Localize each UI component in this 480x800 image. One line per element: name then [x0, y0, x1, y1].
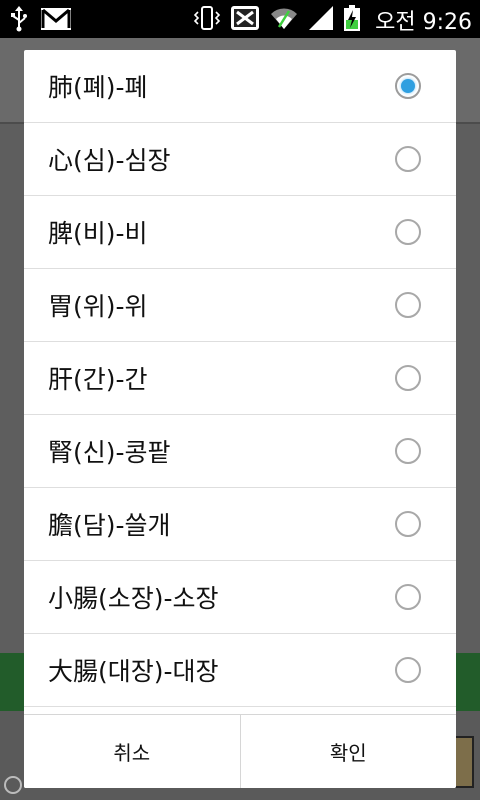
single-choice-dialog: 肺(폐)-폐 心(심)-심장 脾(비)-비 胃(위)-위 肝(간)-간 腎(신)…: [24, 50, 456, 788]
option-label: 大腸(대장)-대장: [48, 657, 219, 686]
ok-button[interactable]: 확인: [239, 715, 456, 788]
option-item[interactable]: 心(심)-심장: [24, 123, 456, 196]
option-label: 膽(담)-쓸개: [48, 511, 171, 540]
usb-icon: [10, 6, 28, 36]
option-list[interactable]: 肺(폐)-폐 心(심)-심장 脾(비)-비 胃(위)-위 肝(간)-간 腎(신)…: [24, 50, 456, 708]
radio-button[interactable]: [395, 219, 421, 245]
app-notification-icon: [229, 4, 261, 36]
option-item[interactable]: 腎(신)-콩팥: [24, 415, 456, 488]
radio-button[interactable]: [395, 584, 421, 610]
option-label: 腎(신)-콩팥: [48, 438, 171, 467]
vibrate-icon: [193, 4, 221, 36]
option-label: 肝(간)-간: [48, 365, 148, 394]
option-label: 脾(비)-비: [48, 219, 148, 248]
radio-button[interactable]: [395, 657, 421, 683]
option-item[interactable]: 大腸(대장)-대장: [24, 634, 456, 707]
wifi-icon: [269, 5, 299, 35]
signal-icon: [307, 4, 335, 36]
option-label: 小腸(소장)-소장: [48, 584, 219, 613]
gmail-icon: [40, 7, 72, 35]
clock: 오전 9:26: [375, 10, 472, 35]
option-item[interactable]: 脾(비)-비: [24, 196, 456, 269]
option-item[interactable]: 膽(담)-쓸개: [24, 488, 456, 561]
dialog-button-bar: 취소 확인: [24, 714, 456, 788]
option-label: 胃(위)-위: [48, 292, 148, 321]
radio-button[interactable]: [395, 73, 421, 99]
radio-button[interactable]: [395, 511, 421, 537]
radio-button[interactable]: [395, 292, 421, 318]
radio-button[interactable]: [395, 438, 421, 464]
option-label: 心(심)-심장: [48, 146, 171, 175]
cancel-button[interactable]: 취소: [24, 715, 240, 788]
radio-button[interactable]: [395, 365, 421, 391]
option-item[interactable]: 胃(위)-위: [24, 269, 456, 342]
option-item[interactable]: 肺(폐)-폐: [24, 50, 456, 123]
radio-button[interactable]: [395, 146, 421, 172]
battery-charging-icon: [343, 4, 361, 36]
option-label: 肺(폐)-폐: [48, 73, 148, 102]
option-item[interactable]: 肝(간)-간: [24, 342, 456, 415]
info-icon: [4, 776, 22, 794]
status-bar: 오전 9:26: [0, 0, 480, 38]
option-item[interactable]: 小腸(소장)-소장: [24, 561, 456, 634]
